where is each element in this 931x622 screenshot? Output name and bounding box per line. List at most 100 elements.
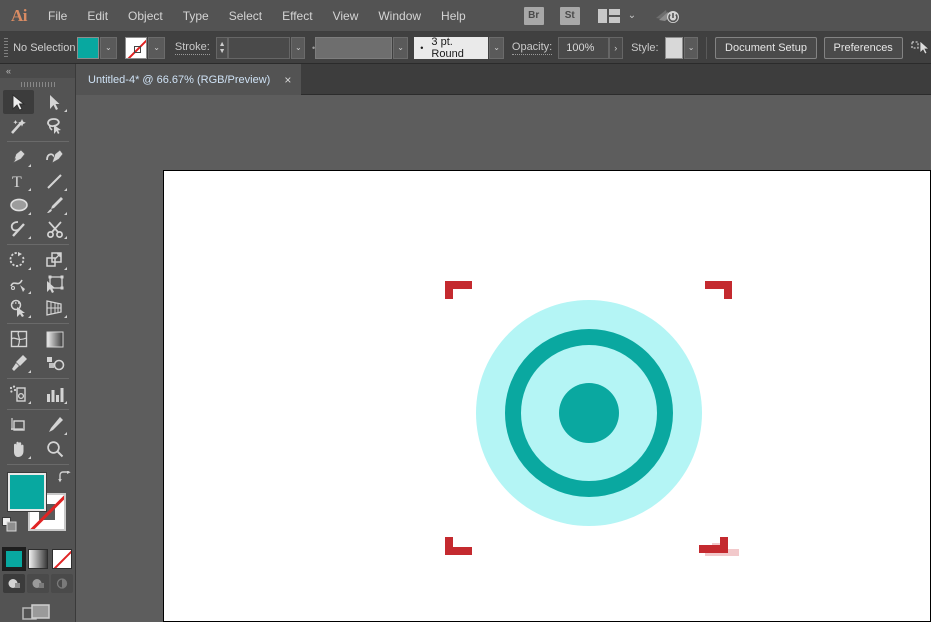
tool-paintbrush[interactable] — [39, 193, 70, 217]
target-graphic[interactable] — [164, 171, 931, 622]
color-mode-none-button[interactable] — [52, 549, 72, 569]
tool-hand[interactable] — [3, 437, 34, 461]
menu-help[interactable]: Help — [431, 4, 476, 28]
center-dot — [559, 383, 619, 443]
swap-fill-stroke-icon[interactable] — [58, 471, 72, 489]
tool-group-indicator — [64, 109, 67, 112]
arrange-chevron-down-icon[interactable]: ⌄ — [628, 10, 636, 21]
menu-type[interactable]: Type — [173, 4, 219, 28]
menu-file[interactable]: File — [38, 4, 77, 28]
canvas-area[interactable] — [76, 95, 931, 622]
draw-behind-button[interactable] — [27, 574, 49, 593]
brush-chevron-down-icon[interactable]: ⌄ — [489, 37, 503, 59]
crop-mark-top-left — [445, 281, 472, 299]
tool-lasso[interactable] — [39, 114, 70, 138]
tool-gradient[interactable] — [39, 327, 70, 351]
document-tab-title: Untitled-4* @ 66.67% (RGB/Preview) — [88, 74, 270, 86]
select-similar-objects-icon[interactable] — [911, 39, 931, 57]
tool-selection[interactable] — [3, 90, 34, 114]
color-mode-gradient-button[interactable] — [28, 549, 48, 569]
stroke-weight-chevron-down-icon[interactable]: ⌄ — [291, 37, 305, 59]
stroke-weight-input[interactable] — [228, 37, 290, 59]
menu-view[interactable]: View — [323, 4, 369, 28]
brush-definition-input[interactable]: • 3 pt. Round — [414, 37, 488, 59]
artboard[interactable] — [163, 170, 931, 622]
graphic-style-swatch[interactable] — [665, 37, 683, 59]
app-logo: Ai — [0, 6, 38, 26]
control-bar-grip[interactable] — [4, 38, 8, 58]
change-screen-mode-icon[interactable] — [22, 603, 54, 622]
menu-effect[interactable]: Effect — [272, 4, 322, 28]
opacity-label[interactable]: Opacity: — [512, 41, 552, 55]
tool-scissors[interactable] — [39, 217, 70, 241]
opacity-flyout-arrow-icon[interactable]: › — [609, 37, 623, 59]
fill-swatch[interactable] — [77, 37, 99, 59]
stroke-chevron-down-icon[interactable]: ⌄ — [148, 37, 165, 59]
tool-ellipse[interactable] — [3, 193, 34, 217]
tool-scale[interactable] — [39, 248, 70, 272]
tool-symbol-sprayer[interactable] — [3, 382, 34, 406]
fill-stroke-controls — [0, 469, 76, 545]
stepper-up-icon[interactable]: ▲ — [219, 41, 226, 48]
bridge-button[interactable]: Br — [524, 7, 544, 25]
tool-artboard[interactable] — [3, 413, 34, 437]
opacity-input[interactable]: 100% — [558, 37, 608, 59]
style-chevron-down-icon[interactable]: ⌄ — [684, 37, 698, 59]
draw-normal-button[interactable] — [3, 574, 25, 593]
tool-line-segment[interactable] — [39, 169, 70, 193]
stroke-weight-label[interactable]: Stroke: — [175, 41, 210, 55]
tool-shaper[interactable] — [3, 217, 34, 241]
tool-pen[interactable] — [3, 145, 34, 169]
stroke-swatch-group[interactable]: ⌄ — [125, 37, 165, 59]
tool-group-indicator — [28, 315, 31, 318]
variable-width-profile-input[interactable] — [315, 37, 392, 59]
tool-blend[interactable] — [39, 351, 70, 375]
tool-type[interactable]: T — [3, 169, 34, 193]
tool-rotate[interactable] — [3, 248, 34, 272]
draw-inside-button[interactable] — [51, 574, 73, 593]
menu-select[interactable]: Select — [219, 4, 272, 28]
arrange-documents-icon[interactable] — [598, 9, 620, 23]
tool-direct-selection[interactable] — [39, 90, 70, 114]
tool-group-indicator — [64, 401, 67, 404]
tool-free-transform[interactable] — [39, 272, 70, 296]
creative-cloud-sync-icon[interactable] — [654, 6, 680, 26]
tool-magic-wand[interactable] — [3, 114, 34, 138]
default-fill-stroke-icon[interactable] — [2, 517, 17, 537]
tool-eyedropper[interactable] — [3, 351, 34, 375]
tool-width[interactable] — [3, 272, 34, 296]
tool-group-indicator — [28, 291, 31, 294]
style-label: Style: — [631, 42, 659, 54]
fill-chevron-down-icon[interactable]: ⌄ — [100, 37, 117, 59]
tool-mesh[interactable] — [3, 327, 34, 351]
menu-object[interactable]: Object — [118, 4, 173, 28]
tool-group-indicator — [28, 212, 31, 215]
close-icon[interactable]: × — [284, 74, 291, 86]
variable-width-chevron-down-icon[interactable]: ⌄ — [393, 37, 407, 59]
tool-shape-builder[interactable] — [3, 296, 34, 320]
menu-window[interactable]: Window — [368, 4, 431, 28]
fill-color-swatch[interactable] — [8, 473, 46, 511]
menu-bar: Ai File Edit Object Type Select Effect V… — [0, 0, 931, 32]
tools-panel-collapse[interactable]: « — [0, 64, 75, 78]
preferences-button[interactable]: Preferences — [824, 37, 903, 59]
tool-slice[interactable] — [39, 413, 70, 437]
stock-button[interactable]: St — [560, 7, 580, 25]
tool-zoom[interactable] — [39, 437, 70, 461]
document-tab-bar: Untitled-4* @ 66.67% (RGB/Preview) × — [0, 64, 931, 95]
document-setup-button[interactable]: Document Setup — [715, 37, 817, 59]
stepper-down-icon[interactable]: ▼ — [219, 48, 226, 55]
color-mode-color-button[interactable] — [4, 549, 24, 569]
menu-edit[interactable]: Edit — [77, 4, 118, 28]
stroke-weight-stepper[interactable]: ▲ ▼ — [216, 37, 229, 59]
tool-group-indicator — [28, 370, 31, 373]
fill-swatch-group[interactable]: ⌄ — [77, 37, 117, 59]
document-tab[interactable]: Untitled-4* @ 66.67% (RGB/Preview) × — [76, 64, 301, 95]
tool-perspective-grid[interactable] — [39, 296, 70, 320]
tool-column-graph[interactable] — [39, 382, 70, 406]
tools-panel-grip[interactable] — [0, 78, 75, 90]
tool-curvature[interactable] — [39, 145, 70, 169]
screen-mode-row — [0, 603, 75, 622]
brush-bullet-icon: • — [420, 43, 423, 53]
stroke-swatch-none[interactable] — [125, 37, 147, 59]
